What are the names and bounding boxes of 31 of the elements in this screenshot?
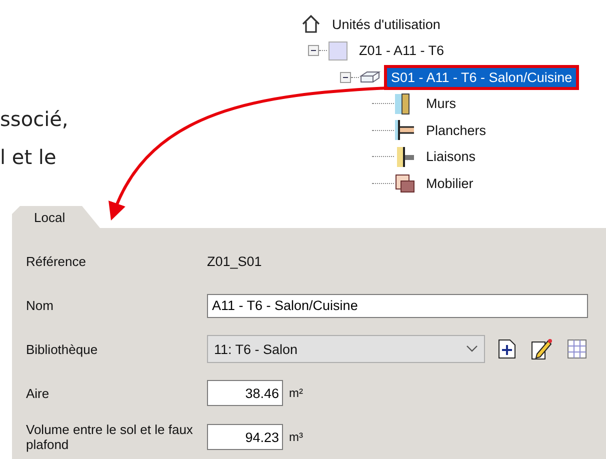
collapse-toggle[interactable] [340,72,351,83]
field-label: Aire [26,386,50,401]
unit-label: m³ [289,430,303,444]
number-field[interactable]: 94.23 [207,424,283,450]
field-label: Référence [26,254,87,270]
collapse-toggle[interactable] [308,45,319,56]
unit-label: m² [289,386,303,400]
name-field[interactable]: A11 - T6 - Salon/Cuisine [207,294,588,318]
field-label: Volume entre le sol et le faux plafond [26,422,194,452]
chevron-down-icon [466,345,478,354]
tree-item[interactable]: Unités d'utilisation [328,14,444,34]
tree-item[interactable]: Mobilier [422,174,478,193]
tab[interactable]: Local [12,206,100,228]
body-text: ssocié, [0,106,68,133]
number-field[interactable]: 38.46 [207,380,283,406]
reference-value: Z01_S01 [207,254,263,270]
tree-item[interactable]: Murs [422,94,460,114]
field-label: Nom [26,298,54,314]
edit-button[interactable] [529,336,555,362]
furniture-icon [394,172,416,194]
junction-icon [394,146,416,168]
square-icon [327,40,349,62]
tree-item[interactable]: S01 - A11 - T6 - Salon/Cuisine [387,68,576,87]
tree-item[interactable]: Liaisons [422,147,480,166]
tree-item[interactable]: Planchers [422,120,490,140]
library-dropdown[interactable]: 11: T6 - Salon [207,335,485,364]
floor-icon [394,119,416,142]
tree-item[interactable]: Z01 - A11 - T6 [355,41,448,60]
house-icon [300,13,322,36]
field-label: Bibliothèque [26,342,99,357]
body-text: l et le [0,144,56,171]
